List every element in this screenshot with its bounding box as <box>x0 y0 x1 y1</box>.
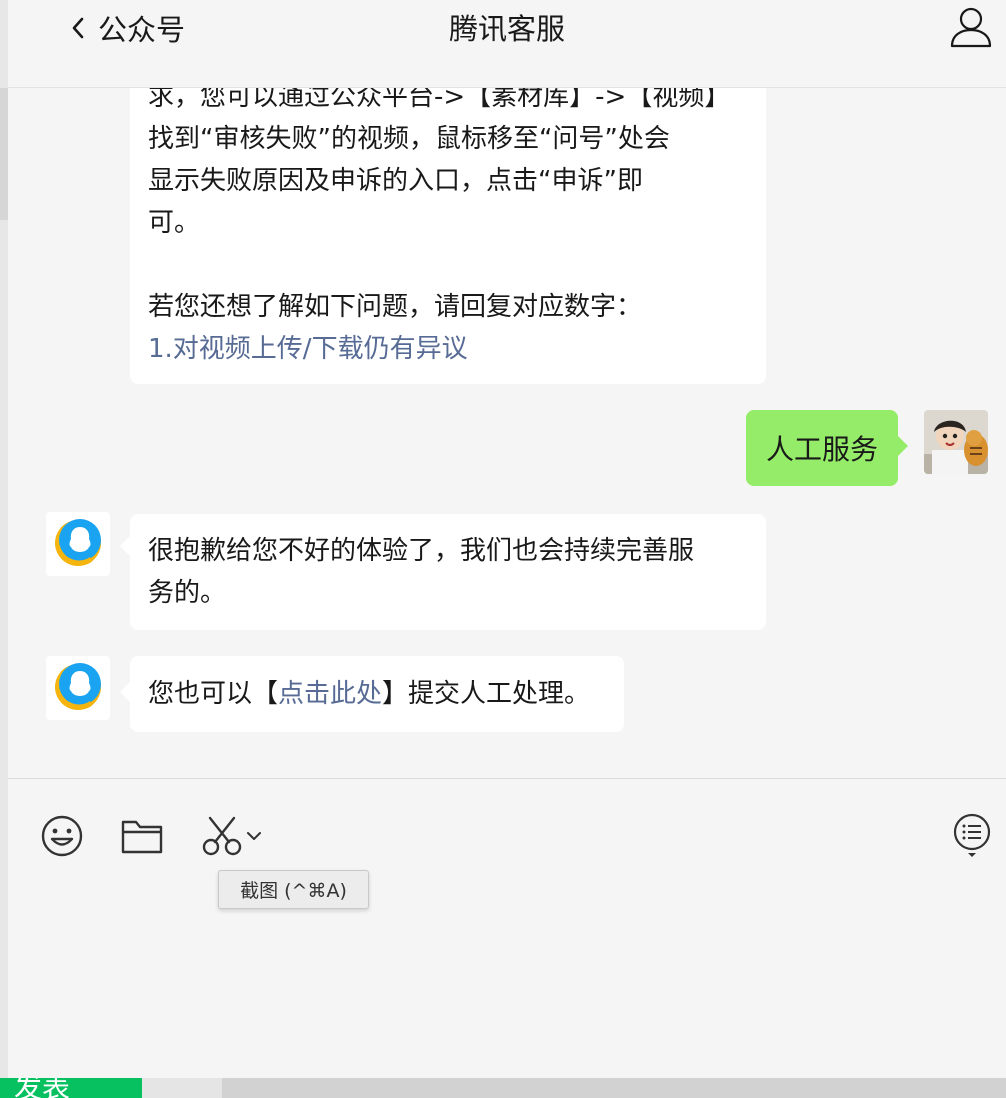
page-title: 腾讯客服 <box>448 12 565 46</box>
message-bubble: 很抱歉给您不好的体验了，我们也会持续完善服 务的。 <box>120 514 766 630</box>
outgoing-message-bubble: 人工服务 <box>746 410 908 486</box>
message-bubble: 您也可以【点击此处】提交人工处理。 <box>120 656 624 732</box>
message-line: 找到“审核失败”的视频，鼠标移至“问号”处会 <box>148 124 670 154</box>
screenshot-tooltip: 截图 (^⌘A) <box>218 870 369 909</box>
chat-header: 公众号 腾讯客服 <box>8 0 1006 88</box>
emoji-icon[interactable] <box>40 814 84 862</box>
option-link[interactable]: 1.对视频上传/下载仍有异议 <box>148 328 748 370</box>
message-bubble: 求，您可以通过公众平台->【素材库】->【视频】 找到“审核失败”的视频，鼠标移… <box>130 88 766 384</box>
chevron-down-icon[interactable] <box>246 828 262 847</box>
message-text: 您也可以【 <box>148 679 279 709</box>
message-text: 】提交人工处理。 <box>382 679 591 709</box>
message-line: 若您还想了解如下问题，请回复对应数字： <box>148 292 643 322</box>
message-line: 显示失败原因及申诉的入口，点击“申诉”即 <box>148 166 643 196</box>
message-line: 很抱歉给您不好的体验了，我们也会持续完善服 <box>148 536 695 566</box>
publish-button[interactable]: 发表 <box>0 1078 142 1098</box>
message-line: 可。 <box>148 208 201 238</box>
profile-icon[interactable] <box>948 4 994 50</box>
message-text: 人工服务 <box>766 433 879 466</box>
message-line: 务的。 <box>148 578 227 608</box>
scissors-icon[interactable] <box>200 814 244 862</box>
folder-icon[interactable] <box>120 818 164 860</box>
publish-button-label: 发表 <box>14 1078 71 1098</box>
bot-avatar[interactable] <box>46 656 110 720</box>
bottom-strip <box>222 1078 1006 1098</box>
user-avatar[interactable] <box>924 410 988 474</box>
message-list[interactable]: 求，您可以通过公众平台->【素材库】->【视频】 找到“审核失败”的视频，鼠标移… <box>8 88 1006 778</box>
chat-window: 公众号 腾讯客服 求，您可以通过公众平台->【素材库】->【视频】 找到“审核失… <box>8 0 1006 1078</box>
bot-avatar[interactable] <box>46 512 110 576</box>
message-line: 求，您可以通过公众平台->【素材库】->【视频】 <box>148 88 731 112</box>
click-here-link[interactable]: 点击此处 <box>278 679 382 709</box>
chat-history-icon[interactable] <box>952 812 992 864</box>
bottom-bar: 发表 <box>0 1078 1006 1098</box>
window-edge <box>0 0 8 1098</box>
input-divider <box>8 778 1006 779</box>
